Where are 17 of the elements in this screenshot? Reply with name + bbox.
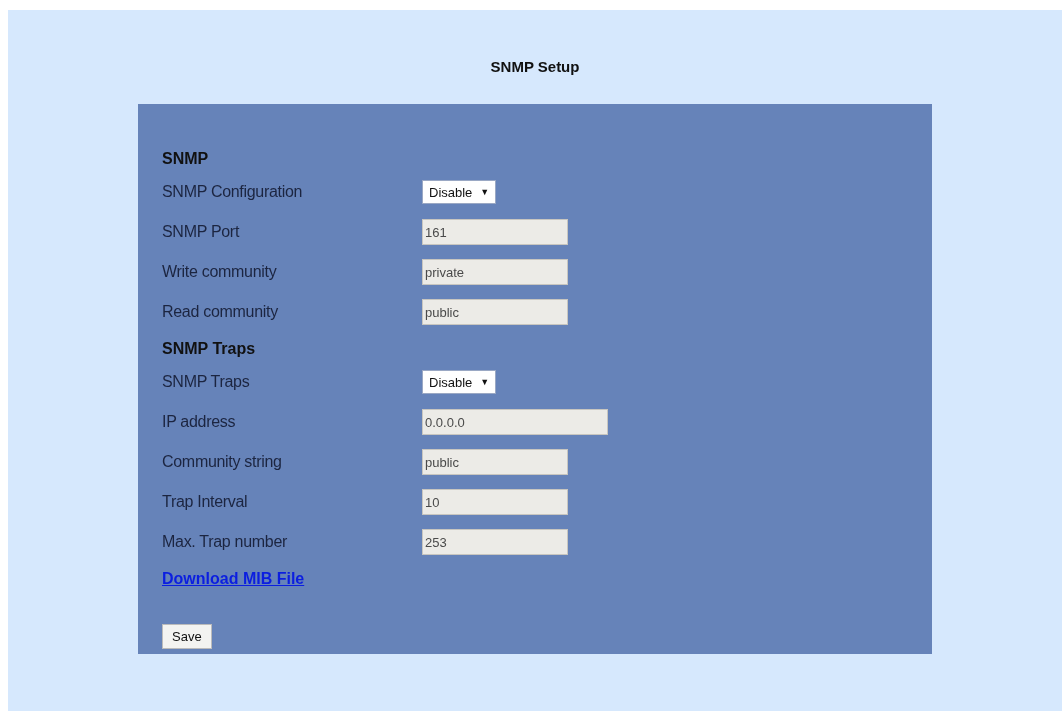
field-label: Max. Trap number	[162, 533, 289, 551]
dropdown[interactable]: Disable ▼	[422, 370, 497, 394]
field-label: Write community	[162, 263, 278, 281]
field-label: IP address	[162, 413, 237, 431]
caret-icon: ▼	[480, 377, 490, 387]
save-button[interactable]: Save	[162, 624, 212, 649]
field-label: Community string	[162, 453, 283, 471]
field-label: SNMP Configuration	[162, 183, 304, 201]
field-label: SNMP Port	[162, 223, 241, 241]
section-heading: SNMP	[162, 149, 210, 169]
field-label: Trap Interval	[162, 493, 249, 511]
field-label: Read community	[162, 303, 279, 321]
section-heading: SNMP Traps	[162, 339, 257, 359]
page-title: SNMP Setup	[490, 58, 580, 75]
caret-icon: ▼	[480, 187, 490, 197]
field-label: SNMP Traps	[162, 373, 251, 391]
dropdown[interactable]: Disable ▼	[422, 180, 497, 204]
